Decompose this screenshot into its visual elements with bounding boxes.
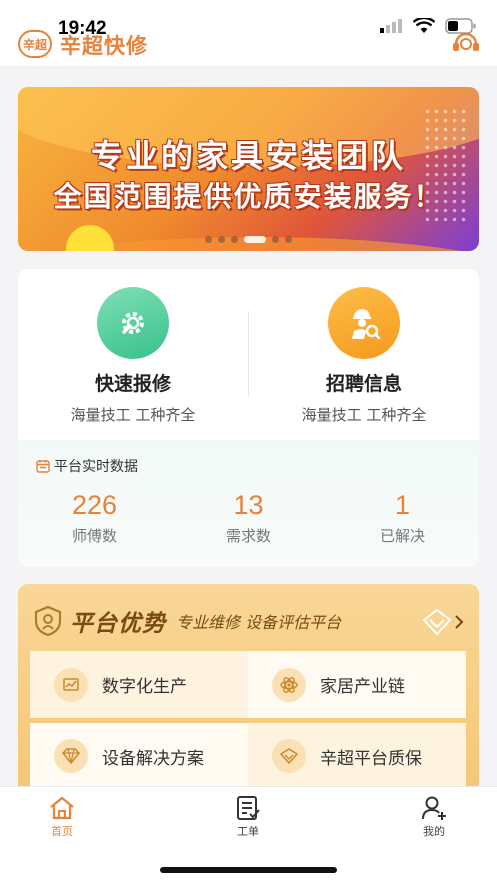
advantages-subtitle: 专业维修 设备评估平台 (176, 613, 342, 632)
tab-label: 首页 (51, 825, 73, 838)
app-logo: 辛超 (18, 30, 52, 58)
recruitment-info-button[interactable]: 招聘信息 海量技工 工种齐全 (249, 287, 479, 425)
stat-resolved: 1 已解决 (326, 490, 479, 546)
stat-label: 需求数 (225, 527, 271, 545)
service-title: 招聘信息 (325, 373, 402, 395)
banner-headline: 专业的家具安装团队 (90, 137, 406, 175)
platform-stats: 平台实时数据 226 师傅数 13 需求数 1 已解决 (18, 440, 479, 567)
atom-icon (272, 667, 306, 702)
stat-label: 已解决 (379, 527, 425, 545)
advantages-header: 平台优势 专业维修 设备评估平台 (34, 604, 341, 638)
customer-service-icon[interactable] (451, 30, 481, 56)
advantage-label: 辛超平台质保 (320, 748, 422, 769)
promo-banner[interactable]: 专业的家具安装团队 全国范围提供优质安装服务！ (18, 87, 479, 251)
gem-shield-icon (272, 739, 306, 773)
platform-advantages-card: 平台优势 专业维修 设备评估平台 数字化生产 家居产业链 设备解决方案 辛超平台… (18, 584, 479, 794)
stat-masters: 226 师傅数 (18, 490, 171, 546)
advantage-item[interactable]: 设备解决方案 (30, 722, 248, 790)
wrench-gear-icon (97, 287, 169, 359)
service-title: 快速报修 (94, 373, 171, 395)
tab-label: 我的 (423, 825, 445, 838)
advantages-more-button[interactable] (421, 608, 465, 636)
carousel-dot[interactable] (231, 236, 238, 243)
advantage-item[interactable]: 辛超平台质保 (248, 722, 466, 790)
service-subtitle: 海量技工 工种齐全 (70, 406, 196, 424)
chevron-right-icon (455, 615, 464, 629)
status-bar: 19:42 辛超 辛超快修 (0, 0, 497, 66)
stat-value: 13 (233, 490, 264, 520)
stats-header: 平台实时数据 (36, 456, 138, 476)
service-card: 快速报修 海量技工 工种齐全 招聘信息 海量技工 工种齐全 平台实时数据 226… (18, 269, 479, 567)
carousel-indicator[interactable] (18, 236, 479, 243)
carousel-dot[interactable] (205, 236, 212, 243)
advantage-item[interactable]: 家居产业链 (248, 651, 466, 718)
advantage-label: 家居产业链 (320, 677, 405, 697)
signal-icon (380, 19, 402, 33)
tab-orders[interactable]: 工单 (208, 795, 288, 839)
carousel-dot[interactable] (285, 236, 292, 243)
worker-search-icon (328, 287, 400, 359)
advantage-label: 数字化生产 (102, 677, 187, 697)
stats-title: 平台实时数据 (54, 459, 138, 475)
shield-badge-icon (34, 605, 62, 637)
service-subtitle: 海量技工 工种齐全 (301, 406, 427, 424)
advantage-label: 设备解决方案 (102, 748, 204, 769)
tab-label: 工单 (237, 825, 259, 838)
carousel-dot[interactable] (244, 236, 266, 243)
stat-demands: 13 需求数 (172, 490, 325, 546)
diamond-icon (54, 739, 88, 773)
carousel-dot[interactable] (272, 236, 279, 243)
diamond-outline-icon (422, 608, 452, 636)
tab-mine[interactable]: 我的 (394, 795, 474, 839)
banner-subheadline: 全国范围提供优质安装服务！ (53, 180, 444, 213)
order-list-icon (237, 796, 260, 820)
wifi-icon (413, 18, 435, 33)
chart-icon (54, 667, 88, 702)
home-indicator (160, 867, 337, 873)
stat-value: 1 (394, 490, 411, 520)
calendar-icon (36, 460, 50, 473)
stat-value: 226 (71, 490, 118, 520)
stat-label: 师傅数 (71, 527, 117, 545)
advantages-grid: 数字化生产 家居产业链 设备解决方案 辛超平台质保 (30, 651, 466, 794)
home-icon (50, 796, 74, 820)
quick-repair-button[interactable]: 快速报修 海量技工 工种齐全 (18, 287, 248, 425)
carousel-dot[interactable] (218, 236, 225, 243)
advantage-item[interactable]: 数字化生产 (30, 651, 248, 718)
advantages-title: 平台优势 (70, 611, 166, 637)
user-add-icon (422, 796, 446, 820)
tab-home[interactable]: 首页 (22, 795, 102, 839)
app-name: 辛超快修 (60, 34, 148, 58)
